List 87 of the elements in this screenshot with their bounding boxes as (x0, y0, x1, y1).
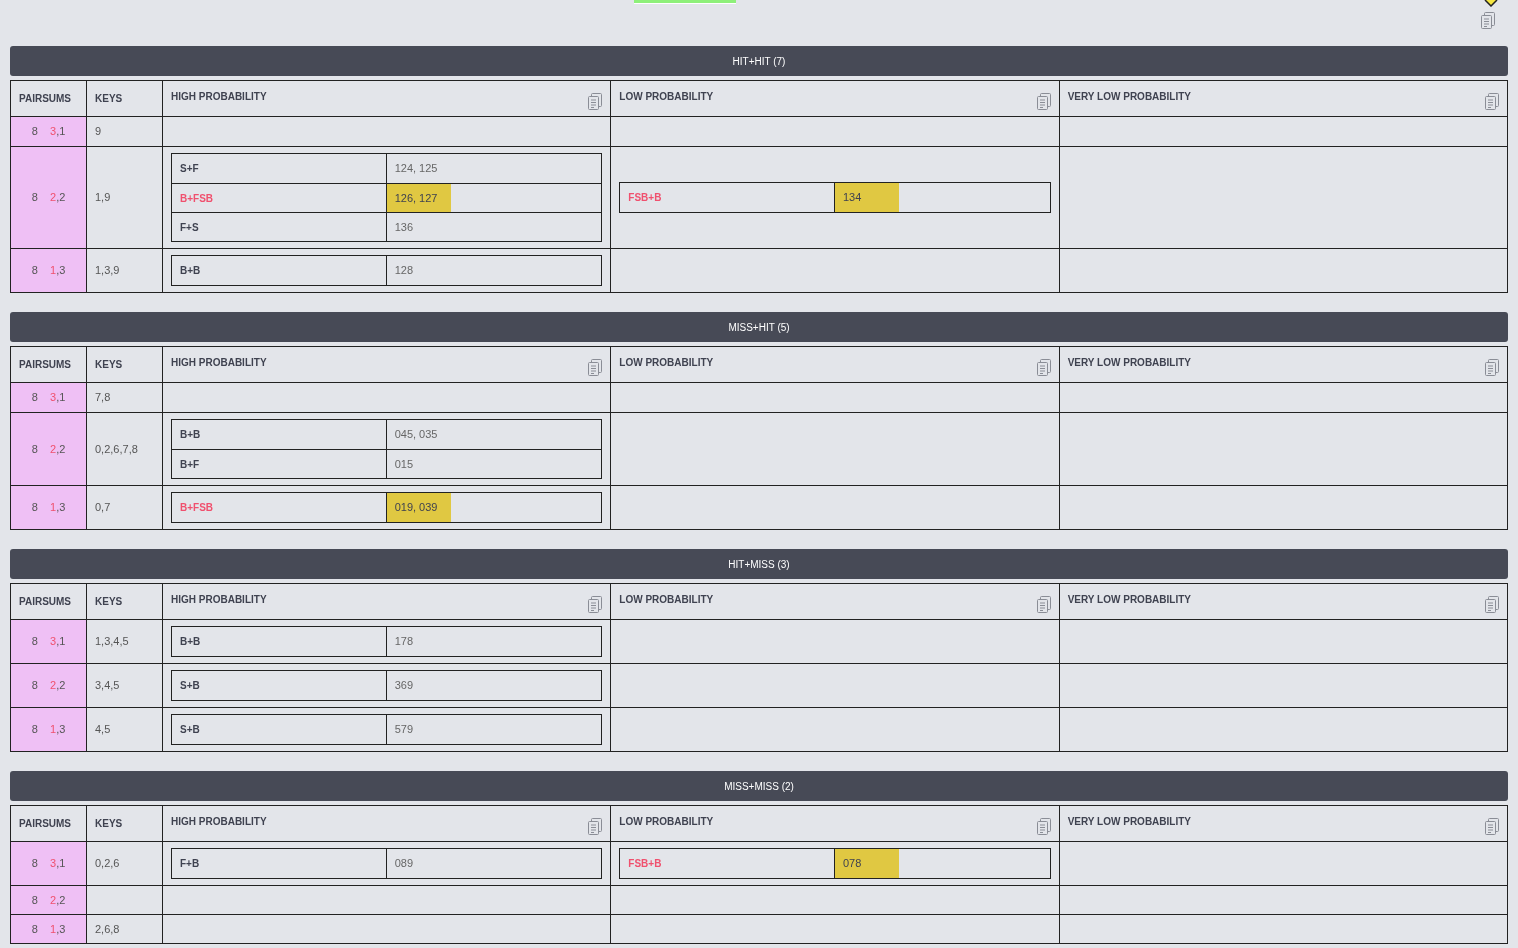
column-header: LOW PROBABILITY (619, 356, 714, 370)
keys-value: 7,8 (95, 390, 111, 406)
copy-icon[interactable] (1485, 359, 1499, 376)
pairsum-value: 8 1,3 (31, 500, 66, 516)
column-header: VERY LOW PROBABILITY (1067, 356, 1191, 370)
pairsum-value: 8 3,1 (31, 390, 66, 406)
combo-label-cell: FSB+B (620, 849, 835, 878)
keys-value: 2,6,8 (95, 921, 120, 937)
column-header: LOW PROBABILITY (619, 815, 714, 829)
copy-icon[interactable] (1485, 818, 1499, 835)
column-header: PAIRSUMS (19, 817, 72, 831)
combo-value: 124, 125 (393, 161, 439, 177)
combo-value: 136 (393, 219, 414, 235)
combo-value: 128 (393, 263, 414, 279)
combo-label-cell: B+F (172, 450, 387, 478)
column-header: HIGH PROBABILITY (171, 815, 267, 829)
combo-value: 579 (393, 722, 414, 738)
keys-value: 0,7 (95, 500, 111, 516)
combo-label-cell: B+B (172, 420, 387, 449)
combo-label-cell: B+B (172, 627, 387, 656)
combo-value: 045, 035 (393, 427, 439, 443)
column-header: HIGH PROBABILITY (171, 90, 267, 104)
combo-label-cell: B+B (172, 256, 387, 285)
combo-value: 019, 039 (386, 493, 451, 522)
column-header: PAIRSUMS (19, 92, 72, 106)
combo-value: 089 (393, 856, 414, 872)
column-header: HIGH PROBABILITY (171, 593, 267, 607)
combo-label-cell: S+B (172, 715, 387, 744)
column-header: PAIRSUMS (19, 358, 72, 372)
combo-label-cell: FSB+B (620, 183, 835, 212)
column-header: HIGH PROBABILITY (171, 356, 267, 370)
column-header: VERY LOW PROBABILITY (1067, 815, 1191, 829)
combo-value: 134 (835, 183, 899, 212)
copy-icon[interactable] (588, 93, 603, 110)
keys-value: 4,5 (95, 722, 111, 738)
copy-icon[interactable] (1485, 596, 1499, 613)
pairsum-value: 8 2,2 (31, 441, 66, 457)
pairsum-value: 8 3,1 (31, 634, 66, 650)
column-header: LOW PROBABILITY (619, 90, 714, 104)
section-title: MISS+HIT (5) (10, 312, 1508, 342)
copy-icon[interactable] (1036, 818, 1051, 835)
combo-label-cell: S+F (172, 154, 387, 183)
copy-icon[interactable] (1036, 596, 1051, 613)
combo-value: 078 (835, 849, 899, 878)
copy-icon[interactable] (1485, 93, 1499, 110)
keys-value: 1,9 (95, 190, 111, 206)
combo-value: 015 (393, 456, 414, 472)
column-header: KEYS (95, 595, 123, 609)
copy-icon[interactable] (1036, 359, 1051, 376)
pairsum-value: 8 1,3 (31, 263, 66, 279)
section-title: HIT+MISS (3) (10, 549, 1508, 579)
keys-value: 0,2,6 (95, 856, 120, 872)
pairsum-value: 8 2,2 (31, 678, 66, 694)
column-header: VERY LOW PROBABILITY (1067, 593, 1191, 607)
keys-value: 9 (95, 124, 102, 140)
copy-icon[interactable] (1481, 12, 1495, 29)
column-header: LOW PROBABILITY (619, 593, 714, 607)
keys-value: 0,2,6,7,8 (95, 441, 138, 457)
pairsum-value: 8 3,1 (31, 856, 66, 872)
pairsum-value: 8 2,2 (31, 892, 66, 908)
combo-label-cell: B+FSB (172, 184, 387, 212)
combo-label-cell: B+FSB (172, 493, 387, 522)
section-title: MISS+MISS (2) (10, 771, 1508, 801)
pairsum-value: 8 3,1 (31, 124, 66, 140)
combo-value: 369 (393, 678, 414, 694)
copy-icon[interactable] (588, 596, 603, 613)
copy-icon[interactable] (1036, 93, 1051, 110)
column-header: PAIRSUMS (19, 595, 72, 609)
column-header: KEYS (95, 817, 123, 831)
combo-value: 178 (393, 634, 414, 650)
combo-value: 126, 127 (386, 184, 451, 212)
copy-icon[interactable] (588, 359, 603, 376)
combo-label-cell: S+B (172, 671, 387, 700)
diamond-icon (1484, 0, 1498, 7)
keys-value: 1,3,9 (95, 263, 120, 279)
keys-value: 1,3,4,5 (95, 634, 129, 650)
pairsum-value: 8 1,3 (31, 921, 66, 937)
combo-label-cell: F+S (172, 213, 387, 241)
keys-value: 3,4,5 (95, 678, 120, 694)
copy-icon[interactable] (588, 818, 603, 835)
column-header: KEYS (95, 92, 123, 106)
section-title: HIT+HIT (7) (10, 46, 1508, 76)
pairsum-value: 8 2,2 (31, 190, 66, 206)
combo-label-cell: F+B (172, 849, 387, 878)
column-header: KEYS (95, 358, 123, 372)
column-header: VERY LOW PROBABILITY (1067, 90, 1191, 104)
pairsum-value: 8 1,3 (31, 722, 66, 738)
